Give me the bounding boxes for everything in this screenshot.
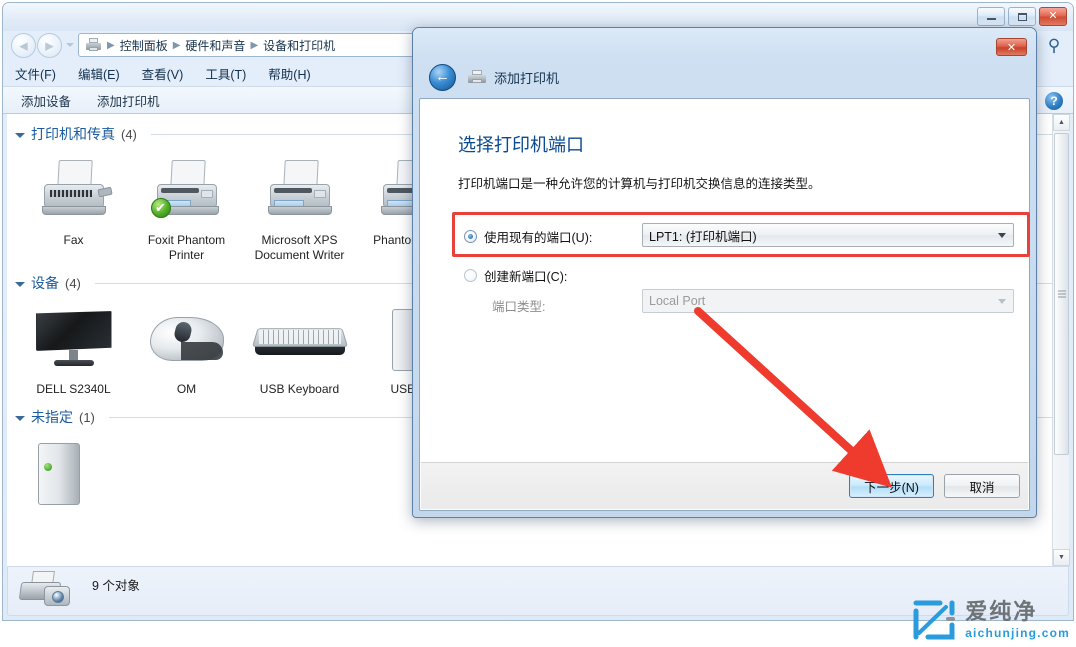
use-existing-port-radio-row[interactable]: 使用现有的端口(U): [464,227,592,246]
create-new-port-label: 创建新端口(C): [484,270,568,284]
collapse-triangle-icon[interactable] [15,281,25,287]
scroll-up-icon[interactable]: ▲ [1053,114,1070,131]
maximize-button[interactable] [1008,7,1036,26]
device-tile[interactable]: USB Keyboard [243,295,356,397]
dialog-body: 选择打印机端口 打印机端口是一种允许您的计算机与打印机交换信息的连接类型。 使用… [419,98,1030,511]
close-icon: ✕ [1048,10,1058,22]
group-count: (4) [121,126,137,142]
breadcrumb-hardware-and-sound[interactable]: 硬件和声音 [185,37,245,54]
minimize-button[interactable] [977,7,1005,26]
watermark: 爱纯净 aichunjing.com [910,599,1070,641]
back-arrow-icon: ← [435,67,450,85]
device-tile[interactable]: DELL S2340L [17,295,130,397]
menu-file[interactable]: 文件(F) [15,64,56,83]
printer-camera-icon [18,570,82,612]
port-type-dropdown[interactable]: Local Port [642,289,1014,313]
scrollbar-thumb[interactable] [1054,133,1069,455]
window-controls: ✕ [977,7,1067,26]
chevron-down-icon[interactable] [998,299,1006,304]
menu-edit[interactable]: 编辑(E) [78,64,120,83]
port-type-value: Local Port [649,294,706,308]
device-label: DELL S2340L [36,382,111,396]
page-description: 打印机端口是一种允许您的计算机与打印机交换信息的连接类型。 [458,177,821,191]
server-icon [24,437,124,513]
menu-help[interactable]: 帮助(H) [268,64,310,83]
watermark-text: 爱纯净 aichunjing.com [965,599,1070,640]
dialog-title: 添加打印机 [494,70,560,86]
device-label: Foxit Phantom Printer [147,233,226,262]
device-tile[interactable] [17,429,130,516]
back-button[interactable]: ◀ [11,33,36,58]
next-button-label: 下一步(N) [864,480,919,495]
status-object-count: 9 个对象 [92,579,140,593]
create-new-port-radio-row[interactable]: 创建新端口(C): [464,266,567,285]
radio-use-existing-port[interactable] [464,230,477,243]
device-label: OM [176,382,197,396]
watermark-logo-icon [910,599,956,641]
dialog-footer: 下一步(N) 取消 [421,462,1028,509]
printer-icon: ✔ [137,154,237,230]
dialog-close-button[interactable]: ✕ [996,38,1027,56]
breadcrumb-control-panel[interactable]: 控制面板 [120,37,168,54]
printer-icon [250,154,350,230]
group-title: 未指定 [31,409,73,425]
add-printer-button[interactable]: 添加打印机 [97,91,160,110]
monitor-icon [24,303,124,379]
menu-tools[interactable]: 工具(T) [205,64,246,83]
existing-port-value: LPT1: (打印机端口) [649,229,757,244]
collapse-triangle-icon[interactable] [15,132,25,138]
device-label: Fax [63,233,84,247]
next-button[interactable]: 下一步(N) [849,474,934,498]
page-title: 选择打印机端口 [458,135,584,155]
device-tile[interactable]: OM [130,295,243,397]
watermark-cn: 爱纯净 [965,599,1038,624]
device-tile[interactable]: Fax [17,146,130,263]
help-icon[interactable]: ? [1045,92,1063,110]
fax-printer-icon [24,154,124,230]
dialog-nav-row: ← 添加打印机 [413,56,1036,98]
content-vertical-scrollbar[interactable]: ▲ ▼ [1052,114,1070,566]
breadcrumb-separator-icon: ▶ [172,39,181,51]
dialog-titlebar[interactable]: ✕ [413,28,1036,56]
watermark-en: aichunjing.com [965,626,1070,640]
cancel-button-label: 取消 [969,480,995,495]
add-printer-dialog: ✕ ← 添加打印机 选择打印机端口 打印机端口是一种允许您的计算机与打印机交换信… [412,27,1037,518]
add-device-button[interactable]: 添加设备 [21,91,71,110]
devices-printers-icon [85,38,102,52]
close-icon: ✕ [1006,41,1017,54]
port-type-label-row: 端口类型: [492,296,545,315]
breadcrumb-separator-icon: ▶ [107,39,115,51]
device-tile[interactable]: Microsoft XPS Document Writer [243,146,356,263]
breadcrumb-devices-and-printers[interactable]: 设备和打印机 [263,37,335,54]
collapse-triangle-icon[interactable] [15,415,25,421]
forward-button[interactable]: ▶ [37,33,62,58]
scroll-down-icon[interactable]: ▼ [1053,549,1070,566]
group-count: (1) [79,409,95,425]
forward-arrow-icon: ▶ [45,40,54,52]
keyboard-icon [250,303,350,379]
cancel-button[interactable]: 取消 [944,474,1020,498]
menu-view[interactable]: 查看(V) [142,64,184,83]
screen: ✕ ◀ ▶ ▶ 控制面板 ▶ 硬件和声音 ▶ 设备和打印机 ⚲ 文件(F) 编辑… [0,0,1076,647]
breadcrumb-separator-icon: ▶ [250,39,259,51]
existing-port-dropdown[interactable]: LPT1: (打印机端口) [642,223,1014,247]
use-existing-port-label: 使用现有的端口(U): [484,231,593,245]
recent-pages-chevron-icon[interactable] [66,43,74,47]
group-count: (4) [65,275,81,291]
default-printer-check-icon: ✔ [150,198,171,218]
radio-create-new-port[interactable] [464,269,477,282]
device-label: Microsoft XPS Document Writer [254,233,345,262]
group-title: 打印机和传真 [31,126,115,142]
close-button[interactable]: ✕ [1039,7,1067,26]
search-icon[interactable]: ⚲ [1043,35,1065,57]
back-arrow-icon: ◀ [19,40,28,52]
mouse-icon [137,303,237,379]
printer-icon [468,69,486,85]
back-button[interactable]: ← [429,63,456,91]
device-tile[interactable]: ✔ Foxit Phantom Printer [130,146,243,263]
chevron-down-icon[interactable] [998,233,1006,238]
port-type-label: 端口类型: [492,300,546,314]
group-title: 设备 [31,275,59,291]
device-label: USB Keyboard [259,382,340,396]
